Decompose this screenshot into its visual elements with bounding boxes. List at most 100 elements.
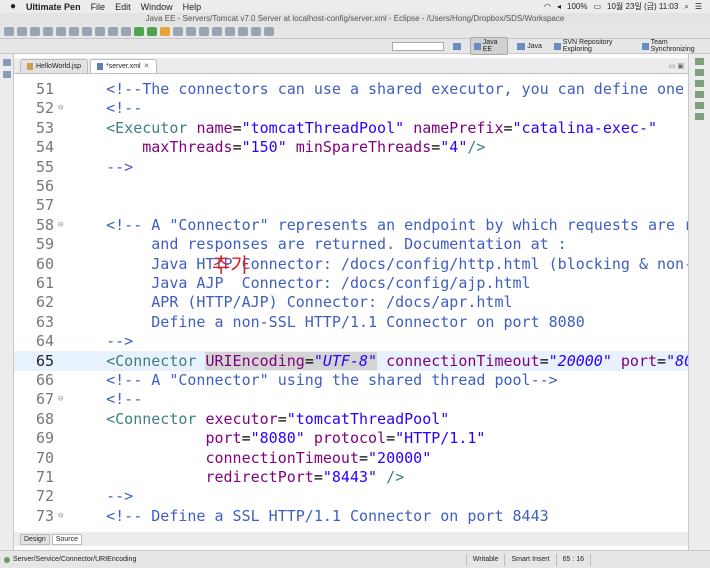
- publish-icon[interactable]: [56, 27, 66, 36]
- code-line[interactable]: 70 connectionTimeout="20000": [14, 448, 688, 468]
- menu-help[interactable]: Help: [183, 2, 202, 12]
- wifi-icon[interactable]: ◠: [544, 2, 551, 11]
- code-token: "8443": [322, 468, 378, 486]
- fold-toggle-icon[interactable]: ⊖: [56, 394, 70, 404]
- status-cursor-position: 65 : 16: [555, 553, 590, 566]
- fold-toggle-icon[interactable]: ⊖: [56, 220, 70, 230]
- javaee-icon: [474, 42, 481, 50]
- perspective-svn[interactable]: SVN Repository Exploring: [551, 38, 633, 54]
- forward-icon[interactable]: [264, 27, 274, 36]
- code-line[interactable]: 58 ⊖ <!-- A "Connector" represents an end…: [14, 215, 688, 235]
- line-text: maxThreads="150" minSpareThreads="4"/>: [70, 138, 688, 156]
- code-line[interactable]: 56: [14, 176, 688, 196]
- code-line[interactable]: 51 <!--The connectors can use a shared e…: [14, 79, 688, 99]
- code-line[interactable]: 64 -->: [14, 331, 688, 351]
- server-icon[interactable]: [43, 27, 53, 36]
- notification-list-icon[interactable]: ☰: [695, 2, 702, 11]
- code-token: =: [358, 448, 369, 467]
- code-line[interactable]: 54 maxThreads="150" minSpareThreads="4"/…: [14, 137, 688, 157]
- console-icon[interactable]: [695, 113, 704, 120]
- whitespace-icon[interactable]: [121, 27, 131, 36]
- tab-source[interactable]: Source: [51, 533, 82, 545]
- code-line[interactable]: 71 redirectPort="8443" />: [14, 467, 688, 487]
- battery-text[interactable]: 100%: [567, 2, 587, 11]
- code-token: "4": [440, 138, 468, 157]
- toggle-mark-icon[interactable]: [95, 27, 105, 36]
- maximize-icon[interactable]: ▣: [677, 63, 684, 70]
- code-line[interactable]: 61 Java AJP Connector: /docs/config/ajp.…: [14, 273, 688, 293]
- apple-menu-icon[interactable]: ●: [10, 1, 16, 12]
- save-icon[interactable]: [17, 27, 27, 36]
- menu-window[interactable]: Window: [141, 2, 173, 12]
- tab-server-xml[interactable]: *server.xml ✕: [90, 59, 157, 73]
- code-line[interactable]: 73 ⊖ <!-- Define a SSL HTTP/1.1 Connector…: [14, 506, 688, 526]
- perspective-java[interactable]: Java: [514, 42, 545, 51]
- open-type-icon[interactable]: [199, 27, 209, 36]
- markers-icon[interactable]: [695, 91, 704, 98]
- spotlight-icon[interactable]: ⌕: [684, 2, 688, 12]
- next-annotation-icon[interactable]: [225, 27, 235, 36]
- project-explorer-icon[interactable]: [3, 71, 11, 78]
- open-perspective-button[interactable]: [450, 42, 464, 51]
- quick-access-input[interactable]: [392, 41, 445, 51]
- run-icon[interactable]: [147, 27, 157, 36]
- menu-edit[interactable]: Edit: [115, 2, 131, 12]
- clock[interactable]: 10월 23일 (금) 11:03: [607, 1, 678, 12]
- print-icon[interactable]: [30, 27, 40, 36]
- prev-annotation-icon[interactable]: [238, 27, 248, 36]
- code-editor[interactable]: 51 <!--The connectors can use a shared e…: [14, 75, 688, 529]
- task-list-icon[interactable]: [695, 80, 704, 87]
- menu-file[interactable]: File: [91, 2, 106, 12]
- close-tab-icon[interactable]: ✕: [144, 60, 150, 74]
- code-line[interactable]: 55 -->: [14, 157, 688, 177]
- line-text: and responses are returned. Documentatio…: [70, 235, 688, 253]
- minimize-icon[interactable]: ▭: [669, 63, 676, 70]
- code-line[interactable]: 68 <Connector executor="tomcatThreadPool…: [14, 409, 688, 429]
- external-tools-icon[interactable]: [160, 27, 170, 36]
- new-class-icon[interactable]: [186, 27, 196, 36]
- code-line[interactable]: 63 Define a non-SSL HTTP/1.1 Connector o…: [14, 312, 688, 332]
- tab-design[interactable]: Design: [20, 533, 50, 545]
- code-line[interactable]: 66 <!-- A "Connector" using the shared t…: [14, 370, 688, 390]
- block-select-icon[interactable]: [108, 27, 118, 36]
- code-line[interactable]: 62 APR (HTTP/AJP) Connector: /docs/apr.h…: [14, 292, 688, 312]
- editor-mode-tabs: Design Source: [14, 532, 688, 546]
- new-icon[interactable]: [4, 27, 14, 36]
- window-title: Java EE - Servers/Tomcat v7.0 Server at …: [0, 13, 710, 25]
- status-path: Server/Service/Connector/URIEncoding: [0, 556, 466, 563]
- code-token: executor: [205, 409, 278, 428]
- volume-icon[interactable]: ◂: [557, 2, 561, 11]
- code-token: =: [539, 351, 549, 370]
- line-text: Java AJP Connector: /docs/config/ajp.htm…: [70, 274, 688, 292]
- code-token: =: [313, 468, 323, 486]
- outline-icon[interactable]: [695, 69, 704, 76]
- code-line[interactable]: 53 <Executor name="tomcatThreadPool" nam…: [14, 118, 688, 138]
- code-token: -->: [70, 487, 134, 506]
- code-line[interactable]: 72 -->: [14, 486, 688, 506]
- restore-icon[interactable]: [3, 59, 11, 66]
- debug-icon[interactable]: [134, 27, 144, 36]
- restore-right-icon[interactable]: [695, 58, 704, 65]
- code-line[interactable]: 65 <Connector URIEncoding="UTF-8" connec…: [14, 350, 688, 371]
- code-token: minSpareThreads: [295, 138, 432, 157]
- code-line[interactable]: 60 Java HTTP Connector: /docs/config/htt…: [14, 254, 688, 274]
- fold-toggle-icon[interactable]: ⊖: [56, 511, 70, 521]
- app-name[interactable]: Ultimate Pen: [26, 2, 81, 12]
- code-line[interactable]: 59 and responses are returned. Documenta…: [14, 234, 688, 254]
- code-line[interactable]: 52 ⊖ <!--: [14, 98, 688, 118]
- servers-icon[interactable]: [695, 102, 704, 109]
- search-icon[interactable]: [212, 27, 222, 36]
- skip-icon[interactable]: [69, 27, 79, 36]
- code-token: Java AJP Connector: /docs/config/ajp.htm…: [70, 274, 531, 292]
- perspective-javaee[interactable]: Java EE: [470, 37, 509, 55]
- code-line[interactable]: 69 port="8080" protocol="HTTP/1.1": [14, 428, 688, 448]
- tab-helloworld[interactable]: HelloWorld.jsp: [20, 59, 88, 73]
- new-package-icon[interactable]: [173, 27, 183, 36]
- perspective-team[interactable]: Team Synchronizing: [639, 38, 706, 54]
- run-last-icon[interactable]: [82, 27, 92, 36]
- code-line[interactable]: 67 ⊖ <!--: [14, 389, 688, 409]
- fold-toggle-icon[interactable]: ⊖: [56, 103, 70, 113]
- back-icon[interactable]: [251, 27, 261, 36]
- code-line[interactable]: 57: [14, 195, 688, 215]
